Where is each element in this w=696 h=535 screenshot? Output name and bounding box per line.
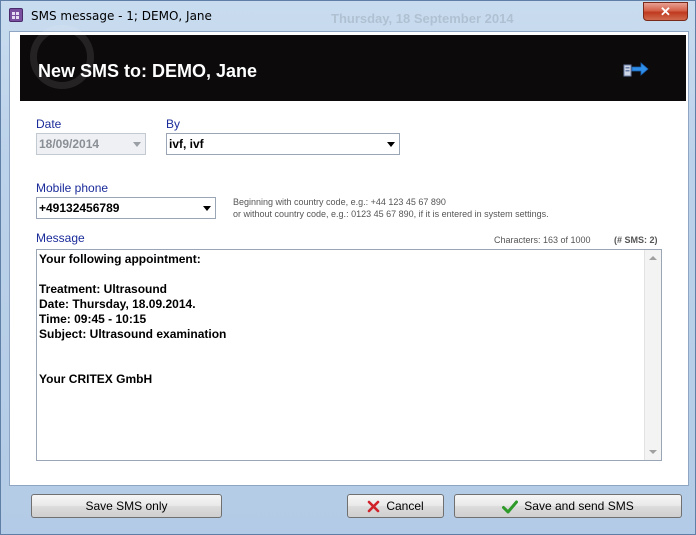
export-arrow-icon[interactable] <box>623 60 649 78</box>
cancel-x-icon <box>368 501 380 513</box>
mobile-dropdown-arrow-icon[interactable] <box>203 206 211 211</box>
save-and-send-button[interactable]: Save and send SMS <box>454 494 682 518</box>
cancel-button[interactable]: Cancel <box>347 494 444 518</box>
title-bar[interactable]: SMS message - 1; DEMO, Jane Thursday, 18… <box>1 1 695 31</box>
close-button[interactable]: ✕ <box>643 2 688 21</box>
save-and-send-label: Save and send SMS <box>524 499 634 513</box>
phone-hint: Beginning with country code, e.g.: +44 1… <box>233 196 549 220</box>
cancel-label: Cancel <box>386 499 424 513</box>
by-value: ivf, ivf <box>169 137 204 151</box>
message-textarea[interactable]: Your following appointment: Treatment: U… <box>36 249 662 461</box>
date-label: Date <box>36 117 62 131</box>
message-line: Your CRITEX GmbH <box>39 372 153 386</box>
message-line: Time: 09:45 - 10:15 <box>39 312 147 326</box>
sms-message-window: SMS message - 1; DEMO, Jane Thursday, 18… <box>0 0 696 535</box>
message-label: Message <box>36 231 85 245</box>
scroll-up-arrow-icon[interactable] <box>649 256 657 260</box>
message-scrollbar[interactable] <box>644 250 661 460</box>
phone-hint-line-1: Beginning with country code, e.g.: +44 1… <box>233 197 446 207</box>
date-dropdown-arrow-icon <box>133 142 141 147</box>
by-dropdown-arrow-icon[interactable] <box>387 142 395 147</box>
save-sms-only-button[interactable]: Save SMS only <box>31 494 222 518</box>
save-sms-only-label: Save SMS only <box>85 499 168 513</box>
date-value: 18/09/2014 <box>39 137 100 151</box>
checkmark-icon <box>502 500 519 514</box>
character-counter: Characters: 163 of 1000 <box>494 235 591 245</box>
by-dropdown[interactable]: ivf, ivf <box>166 133 400 155</box>
message-line: Date: Thursday, 18.09.2014. <box>39 297 196 311</box>
message-line: Your following appointment: <box>39 252 201 266</box>
header-title: New SMS to: DEMO, Jane <box>38 61 258 81</box>
dialog-client-area: New SMS to: DEMO, Jane Date 18/09/2014 B… <box>9 25 689 486</box>
calendar-app-icon <box>9 8 23 22</box>
mobile-phone-value: +49132456789 <box>39 201 120 215</box>
background-date-text: Thursday, 18 September 2014 <box>331 11 514 26</box>
date-field: 18/09/2014 <box>36 133 146 155</box>
mobile-phone-field[interactable]: +49132456789 <box>36 197 216 219</box>
dialog-header: New SMS to: DEMO, Jane <box>20 25 686 101</box>
mobile-phone-label: Mobile phone <box>36 181 109 195</box>
window-title: SMS message - 1; DEMO, Jane <box>31 9 212 23</box>
by-label: By <box>166 117 181 131</box>
phone-hint-line-2: or without country code, e.g.: 0123 45 6… <box>233 209 549 219</box>
scroll-down-arrow-icon[interactable] <box>649 450 657 454</box>
message-line: Treatment: Ultrasound <box>39 282 168 296</box>
message-line: Subject: Ultrasound examination <box>39 327 227 341</box>
sms-count: (# SMS: 2) <box>614 235 658 245</box>
